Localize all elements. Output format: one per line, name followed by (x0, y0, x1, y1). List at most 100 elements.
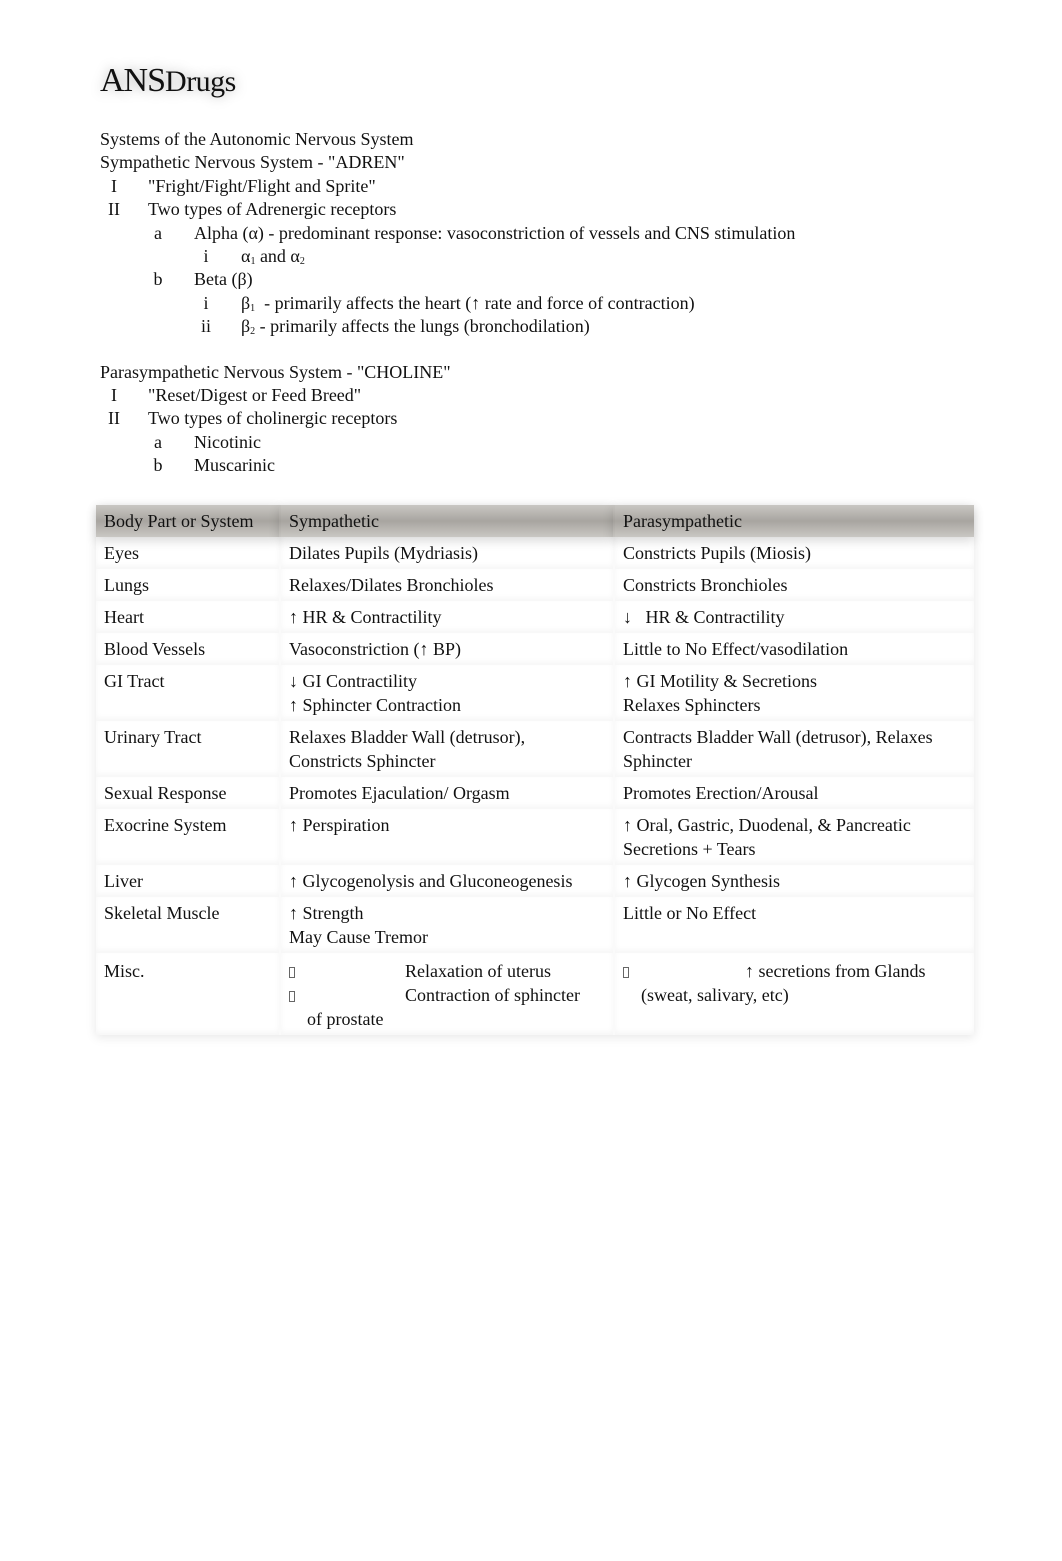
list-number: II (108, 199, 120, 220)
table-row-misc: Misc. Relaxation of uterus Contraction o… (96, 953, 974, 1035)
cell-body-part: Heart (96, 601, 279, 633)
cell-body-part: Misc. (96, 953, 279, 1035)
cell-line: ↓ GI Contractility (289, 671, 417, 691)
list-text: "Fright/Fight/Flight and Sprite" (148, 175, 376, 196)
list-text: Alpha (α) - predominant response: vasoco… (194, 222, 796, 243)
cell-parasympathetic: Little to No Effect/vasodilation (613, 633, 974, 665)
subscript: 2 (299, 255, 305, 267)
cell-line: Relaxes Bladder Wall (detrusor), (289, 727, 526, 747)
bullet-text: ↑ secretions from Glands (745, 961, 926, 981)
cell-sympathetic: Promotes Ejaculation/ Orgasm (279, 777, 613, 809)
parasympathetic-heading: Parasympathetic Nervous System - "CHOLIN… (100, 361, 960, 384)
list-text: Muscarinic (194, 455, 275, 476)
list-number: a (154, 431, 162, 452)
cell-body-part: Skeletal Muscle (96, 897, 279, 953)
list-item: II Two types of Adrenergic receptors (100, 198, 960, 221)
cell-parasympathetic: Contracts Bladder Wall (detrusor), Relax… (613, 721, 974, 777)
table-row: GI Tract ↓ GI Contractility ↑ Sphincter Co… (96, 665, 974, 721)
bullet-continuation: (sweat, salivary, etc) (641, 985, 789, 1005)
cell-body-part: GI Tract (96, 665, 279, 721)
missing-glyph-bullet-icon (289, 991, 295, 1003)
list-item: a Alpha (α) - predominant response: vasoc… (100, 222, 960, 245)
list-number: I (111, 384, 117, 405)
table-row: Eyes Dilates Pupils (Mydriasis) Constricts… (96, 537, 974, 569)
cell-sympathetic: Relaxes Bladder Wall (detrusor), Constric… (279, 721, 613, 777)
list-number: a (154, 222, 162, 243)
cell-line: Relaxes/Dilates Bronchioles (289, 575, 494, 595)
list-item: II Two types of cholinergic receptors (100, 407, 960, 430)
cell-sympathetic: Vasoconstriction (↑ BP) (279, 633, 613, 665)
list-text: β2 - primarily affects the lungs (bronch… (241, 315, 590, 343)
list-item: b Muscarinic (100, 454, 960, 477)
bullet-continuation: of prostate (307, 1009, 384, 1029)
title-main: ANS (100, 62, 166, 99)
cell-line: Constricts Pupils (Miosis) (623, 543, 812, 563)
list-number: b (153, 455, 163, 476)
cell-line: Promotes Erection/Arousal (623, 783, 819, 803)
header-sympathetic: Sympathetic (279, 505, 613, 537)
list-item: i β1 - primarily affects the heart (↑ rat… (100, 292, 960, 315)
bullet-text: Contraction of sphincter (405, 985, 580, 1005)
header-parasympathetic: Parasympathetic (613, 505, 974, 537)
cell-sympathetic: ↓ GI Contractility ↑ Sphincter Contractio… (279, 665, 613, 721)
table-row: Skeletal Muscle ↑ Strength May Cause Tremo… (96, 897, 974, 953)
cell-line: ↓ HR & Contractility (623, 607, 785, 627)
cell-parasympathetic: Promotes Erection/Arousal (613, 777, 974, 809)
list-number: II (108, 408, 120, 429)
cell-line: Constricts Sphincter (289, 751, 436, 771)
table-row: Blood Vessels Vasoconstriction (↑ BP) Litt… (96, 633, 974, 665)
cell-sympathetic: ↑ Strength May Cause Tremor (279, 897, 613, 953)
cell-line: Contracts Bladder Wall (detrusor), Relax… (623, 727, 933, 747)
list-number: i (203, 292, 209, 313)
cell-parasympathetic: Constricts Pupils (Miosis) (613, 537, 974, 569)
cell-line: ↑ GI Motility & Secretions (623, 671, 817, 691)
table-header-row: Body Part or System Sympathetic Parasymp… (96, 505, 974, 537)
list-item: b Beta (β) (100, 268, 960, 291)
sympathetic-heading-text: Sympathetic Nervous System - "ADREN" (100, 152, 405, 173)
list-item: I "Fright/Fight/Flight and Sprite" (100, 175, 960, 198)
outline-heading: Systems of the Autonomic Nervous System (100, 128, 960, 151)
missing-glyph-bullet-icon (623, 967, 629, 979)
cell-sympathetic: Relaxation of uterus Contraction of sphi… (279, 953, 613, 1035)
cell-sympathetic: Relaxes/Dilates Bronchioles (279, 569, 613, 601)
table-row: Urinary Tract Relaxes Bladder Wall (detru… (96, 721, 974, 777)
bullet-item: Contraction of sphincter (289, 983, 605, 1007)
list-item: a Nicotinic (100, 431, 960, 454)
table-row: Lungs Relaxes/Dilates Bronchioles Constric… (96, 569, 974, 601)
alpha-and: and α (255, 245, 300, 266)
table-row: Liver ↑ Glycogenolysis and Gluconeogenesi… (96, 865, 974, 897)
cell-body-part: Exocrine System (96, 809, 279, 865)
table-row: Sexual Response Promotes Ejaculation/ Org… (96, 777, 974, 809)
missing-glyph-bullet-icon (289, 967, 295, 979)
list-item: i α1 and α2 (100, 245, 960, 268)
list-text: Beta (β) (194, 269, 253, 290)
cell-line: Constricts Bronchioles (623, 575, 788, 595)
cell-parasympathetic: Constricts Bronchioles (613, 569, 974, 601)
cell-body-part: Lungs (96, 569, 279, 601)
beta-symbol: β (241, 316, 251, 337)
outline-heading-text: Systems of the Autonomic Nervous System (100, 129, 414, 149)
list-text: Nicotinic (194, 431, 261, 452)
cell-line: Little or No Effect (623, 903, 757, 923)
sympathetic-heading: Sympathetic Nervous System - "ADREN" (100, 151, 960, 174)
cell-line: Vasoconstriction (↑ BP) (289, 639, 461, 659)
beta1-description: - primarily affects the heart (↑ rate an… (255, 292, 695, 313)
cell-body-part: Blood Vessels (96, 633, 279, 665)
list-number: b (153, 269, 163, 290)
cell-parasympathetic: ↑ secretions from Glands (sweat, salivar… (613, 953, 974, 1035)
list-text: Two types of cholinergic receptors (148, 408, 398, 429)
cell-body-part: Eyes (96, 537, 279, 569)
cell-line: ↑ Sphincter Contraction (289, 695, 461, 715)
header-body-part: Body Part or System (96, 505, 279, 537)
cell-parasympathetic: ↑ Glycogen Synthesis (613, 865, 974, 897)
cell-body-part: Sexual Response (96, 777, 279, 809)
cell-parasympathetic: ↑ GI Motility & Secretions Relaxes Sphinc… (613, 665, 974, 721)
cell-line: ↑ Strength (289, 903, 364, 923)
cell-body-part: Urinary Tract (96, 721, 279, 777)
cell-parasympathetic: ↑ Oral, Gastric, Duodenal, & Pancreatic S… (613, 809, 974, 865)
cell-line: Sphincter (623, 751, 692, 771)
cell-line: May Cause Tremor (289, 927, 428, 947)
cell-line: Promotes Ejaculation/ Orgasm (289, 783, 510, 803)
list-number: i (203, 245, 209, 266)
cell-sympathetic: ↑ Perspiration (279, 809, 613, 865)
